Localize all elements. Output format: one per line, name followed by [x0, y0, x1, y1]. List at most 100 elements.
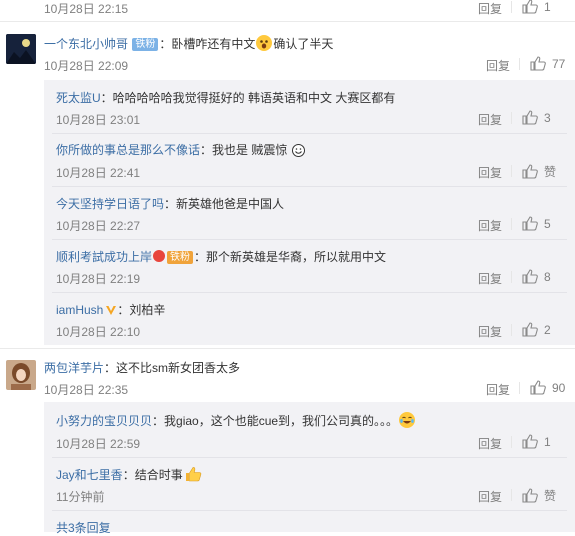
- reply-button[interactable]: 回复: [478, 111, 502, 128]
- like-count: 5: [544, 216, 551, 231]
- reply-button[interactable]: 回复: [478, 0, 502, 17]
- divider: [511, 1, 512, 13]
- username-link[interactable]: 一个东北小帅哥: [44, 37, 128, 51]
- reply-button[interactable]: 回复: [478, 217, 502, 234]
- divider: [52, 457, 567, 458]
- reply-time: 10月28日 22:41: [56, 166, 141, 180]
- username-link[interactable]: iamHush: [56, 303, 103, 317]
- like-count: 90: [552, 380, 566, 395]
- reply-button[interactable]: 回复: [478, 270, 502, 287]
- like-button[interactable]: 赞: [522, 163, 556, 180]
- comment-time: 10月28日 22:35: [44, 383, 129, 397]
- reply-text: ：新英雄他爸是中国人: [164, 197, 285, 211]
- like-button[interactable]: 1: [522, 0, 551, 14]
- thumbs-up-icon: [522, 488, 538, 503]
- avatar[interactable]: [6, 360, 36, 390]
- reply-text: ：我giao，这个也能cue到，我们公司真的。。。: [152, 414, 399, 428]
- medal-icon: [153, 250, 166, 262]
- divider: [52, 510, 567, 511]
- username-link[interactable]: Jay和七里香: [56, 468, 123, 482]
- reply-text: ：哈哈哈哈哈我觉得挺好的 韩语英语和中文 大赛区都有: [100, 91, 396, 105]
- comment-time: 10月28日 22:09: [44, 59, 129, 73]
- divider: [52, 239, 567, 240]
- divider: [0, 21, 575, 22]
- like-button[interactable]: 77: [530, 56, 565, 71]
- reply-button[interactable]: 回复: [478, 435, 502, 452]
- like-button[interactable]: 90: [530, 380, 565, 395]
- thumbs-up-icon: [522, 110, 538, 125]
- reply-time: 10月28日 22:27: [56, 219, 141, 233]
- comment-text: ：卧槽咋还有中文: [159, 37, 256, 51]
- like-button[interactable]: 5: [522, 216, 551, 231]
- divider: [511, 324, 512, 336]
- fan-badge: 铁粉: [167, 251, 194, 264]
- like-count: 3: [544, 110, 551, 125]
- thumbs-up-icon: [522, 434, 538, 449]
- reply-button[interactable]: 回复: [478, 164, 502, 181]
- reply-text: ：我也是 贼震惊: [200, 143, 291, 157]
- divider: [52, 292, 567, 293]
- divider: [519, 382, 520, 394]
- username-link[interactable]: 两包洋芋片: [44, 361, 104, 375]
- thumbs-up-icon: [522, 322, 538, 337]
- reply-text: ：刘柏辛: [117, 303, 166, 317]
- comment-text-end: 确认了半天: [273, 37, 334, 51]
- reply-line: 今天坚持学日语了吗：新英雄他爸是中国人: [56, 195, 284, 212]
- divider: [511, 218, 512, 230]
- divider: [511, 436, 512, 448]
- divider: [52, 133, 567, 134]
- grin-emoji-icon: [291, 144, 305, 157]
- like-count: 8: [544, 269, 551, 284]
- divider: [511, 271, 512, 283]
- reply-time: 10月28日 23:01: [56, 113, 141, 127]
- reply-line: 顺利考試成功上岸 铁粉 ：那个新英雄是华裔，所以就用中文: [56, 248, 386, 265]
- reply-text: ：结合时事: [122, 468, 183, 482]
- reply-button[interactable]: 回复: [486, 57, 510, 74]
- username-link[interactable]: 顺利考試成功上岸: [56, 250, 152, 264]
- like-count: 77: [552, 56, 566, 71]
- reply-button[interactable]: 回复: [478, 488, 502, 505]
- thumbs-up-icon: [522, 0, 538, 14]
- like-count: 1: [544, 434, 551, 449]
- reply-button[interactable]: 回复: [486, 381, 510, 398]
- verified-v-icon: [105, 304, 117, 316]
- thumbs-up-icon: [530, 380, 546, 395]
- thumbs-up-icon: [522, 164, 538, 179]
- avatar[interactable]: [6, 34, 36, 64]
- username-link[interactable]: 小努力的宝贝贝贝: [56, 414, 152, 428]
- reply-time: 10月28日 22:59: [56, 437, 141, 451]
- divider: [511, 165, 512, 177]
- like-button[interactable]: 赞: [522, 487, 556, 504]
- like-button[interactable]: 1: [522, 434, 551, 449]
- reply-button[interactable]: 回复: [478, 323, 502, 340]
- username-link[interactable]: 死太监U: [56, 91, 101, 105]
- like-count: 2: [544, 322, 551, 337]
- username-link[interactable]: 今天坚持学日语了吗: [56, 197, 164, 211]
- like-count: 赞: [544, 489, 557, 503]
- like-button[interactable]: 8: [522, 269, 551, 284]
- reply-line: 小努力的宝贝贝贝：我giao，这个也能cue到，我们公司真的。。。: [56, 412, 416, 429]
- thumbs-up-icon: [530, 56, 546, 71]
- comment-text: ：这不比sm新女团香太多: [104, 361, 241, 375]
- divider: [0, 348, 575, 349]
- thumbs-up-icon: [522, 269, 538, 284]
- reply-time: 10月28日 22:19: [56, 272, 141, 286]
- thumbs-up-icon: [522, 216, 538, 231]
- reply-line: Jay和七里香：结合时事: [56, 466, 201, 483]
- comment-line: 一个东北小帅哥 铁粉 ：卧槽咋还有中文 确认了半天: [44, 35, 333, 52]
- reply-time: 10月28日 22:10: [56, 325, 141, 339]
- divider: [52, 186, 567, 187]
- divider: [511, 489, 512, 501]
- like-button[interactable]: 3: [522, 110, 551, 125]
- like-count: 赞: [544, 165, 557, 179]
- divider: [519, 58, 520, 70]
- fan-badge: 铁粉: [132, 38, 159, 51]
- thumbs-up-emoji-icon: [184, 466, 201, 482]
- reply-line: iamHush ：刘柏辛: [56, 301, 165, 318]
- reply-text: ：那个新英雄是华裔，所以就用中文: [194, 250, 387, 264]
- username-link[interactable]: 你所做的事总是那么不像话: [56, 143, 200, 157]
- reply-line: 你所做的事总是那么不像话：我也是 贼震惊: [56, 141, 306, 158]
- more-replies-link[interactable]: 共3条回复: [56, 519, 111, 536]
- like-button[interactable]: 2: [522, 322, 551, 337]
- reply-time: 11分钟前: [56, 490, 105, 504]
